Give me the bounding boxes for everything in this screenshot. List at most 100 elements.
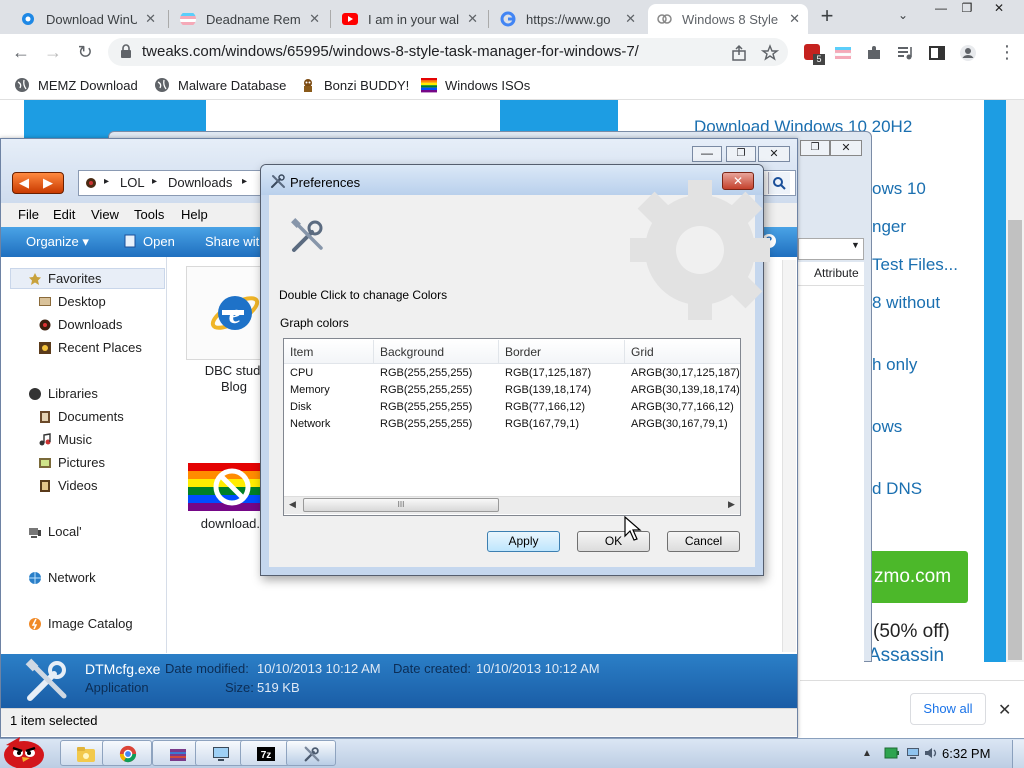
explorer-close-button[interactable]: ✕ [758,146,790,162]
bookmark-star-icon[interactable] [761,44,779,62]
close-window-button[interactable]: ✕ [984,0,1014,18]
tab-download-winu[interactable]: Download WinU ✕ [12,4,164,34]
column-grid[interactable]: Grid [625,340,740,364]
nav-documents[interactable]: Documents [38,409,124,424]
nav-local[interactable]: Local' [28,524,82,539]
tab-deadname[interactable]: Deadname Rem ✕ [172,4,328,34]
explorer-maximize-button[interactable]: ❐ [726,146,756,162]
new-tab-button[interactable]: + [818,5,836,28]
tray-expand-icon[interactable]: ▲ [862,748,872,759]
close-tab-icon[interactable]: ✕ [309,11,320,27]
apply-button[interactable]: Apply [487,531,560,552]
back-icon[interactable]: ◀ [19,175,29,191]
nav-desktop[interactable]: Desktop [38,294,106,309]
media-control-icon[interactable] [896,44,914,62]
bookmark-malware-database[interactable]: Malware Database [154,76,286,94]
close-tab-icon[interactable]: ✕ [467,11,478,27]
menu-kebab-icon[interactable]: ⋮ [998,42,1016,63]
close-download-shelf-icon[interactable]: ✕ [998,700,1011,720]
tab-google[interactable]: https://www.go ✕ [492,4,644,34]
explorer-vertical-scrollbar[interactable] [782,260,796,652]
forward-icon[interactable]: ▶ [43,175,53,191]
scroll-left-arrow-icon[interactable]: ◀ [289,499,296,510]
column-background[interactable]: Background [374,340,499,364]
bg-maximize-button[interactable]: ❐ [800,140,830,156]
tab-youtube[interactable]: I am in your wal ✕ [334,4,486,34]
nav-favorites[interactable]: Favorites [28,271,101,286]
bookmark-memz[interactable]: MEMZ Download [14,76,138,94]
explorer-minimize-button[interactable]: — [692,146,722,162]
maximize-button[interactable]: ❐ [952,0,982,18]
bookmark-bonzi-buddy[interactable]: Bonzi BUDDY! [300,76,409,94]
share-icon[interactable] [730,44,748,62]
nav-videos[interactable]: Videos [38,478,98,493]
show-all-downloads-button[interactable]: Show all [910,693,986,725]
back-arrow-icon[interactable]: ← [10,42,32,64]
tab-windows-8-style[interactable]: Windows 8 Style ✕ [648,4,808,34]
breadcrumb-chevron[interactable]: ▸ [104,176,109,187]
taskbar-7zip[interactable]: 7z [240,740,290,766]
menu-help[interactable]: Help [181,207,208,222]
close-tab-icon[interactable]: ✕ [625,11,636,27]
menu-file[interactable]: File [18,207,39,222]
lock-icon[interactable] [120,44,132,58]
taskbar-chrome[interactable] [102,740,152,766]
close-tab-icon[interactable]: ✕ [145,11,156,27]
share-with-button[interactable]: Share with [205,234,266,249]
scroll-right-arrow-icon[interactable]: ▶ [728,499,735,510]
bookmark-windows-isos[interactable]: Windows ISOs [421,76,530,94]
breadcrumb-lol[interactable]: LOL [120,175,145,190]
nav-image-catalog[interactable]: Image Catalog [28,616,133,631]
link-windows-10[interactable]: ows 10 [872,179,926,199]
network-tray-icon[interactable] [906,746,920,760]
nav-libraries[interactable]: Libraries [28,386,98,401]
sale-text-2[interactable]: Assassin [868,645,944,667]
list-scrollbar-thumb[interactable]: III [303,498,499,512]
attribute-column-header[interactable]: Attribute [814,266,859,280]
link-windows[interactable]: ows [872,417,902,437]
link-manager[interactable]: nger [872,217,906,237]
column-border[interactable]: Border [499,340,625,364]
tab-search-button[interactable]: ⌄ [898,8,908,22]
link-dns[interactable]: d DNS [872,479,922,499]
side-panel-icon[interactable] [928,44,946,62]
breadcrumb-chevron[interactable]: ▸ [152,176,157,187]
chevron-down-icon[interactable]: ▼ [851,240,860,250]
menu-view[interactable]: View [91,207,119,222]
reload-icon[interactable]: ↻ [74,42,96,64]
breadcrumb-chevron[interactable]: ▸ [242,176,247,187]
link-8-without[interactable]: 8 without [872,293,940,313]
breadcrumb-downloads[interactable]: Downloads [168,175,232,190]
nav-downloads[interactable]: Downloads [38,317,122,332]
nav-music[interactable]: Music [38,432,92,447]
bg-close-button[interactable]: ✕ [830,140,862,156]
music-icon [39,432,51,445]
nav-recent-places[interactable]: Recent Places [38,340,142,355]
cancel-button[interactable]: Cancel [667,531,740,552]
show-desktop-button[interactable] [1012,740,1024,768]
volume-icon[interactable] [924,746,938,760]
menu-edit[interactable]: Edit [53,207,75,222]
open-button[interactable]: Open [143,234,175,249]
nav-network[interactable]: Network [28,570,96,585]
menu-tools[interactable]: Tools [134,207,164,222]
taskbar-clock[interactable]: 6:32 PM [942,746,990,761]
battery-icon[interactable] [884,746,900,760]
taskbar-monitor[interactable] [195,740,245,766]
start-orb-angry-bird-icon[interactable] [0,731,48,768]
link-only[interactable]: h only [872,355,917,375]
ad-green-button[interactable]: zmo.com [868,551,968,603]
page-scrollbar-thumb[interactable] [1008,220,1022,660]
nav-pictures[interactable]: Pictures [38,455,105,470]
link-test-files[interactable]: Test Files... [872,255,958,275]
explorer-back-forward[interactable]: ◀ ▶ [12,172,64,194]
extensions-puzzle-icon[interactable] [865,44,883,62]
url-text[interactable]: tweaks.com/windows/65995/windows-8-style… [142,43,639,60]
column-item[interactable]: Item [284,340,374,364]
trans-flag-extension-icon[interactable] [834,44,852,62]
close-tab-icon[interactable]: ✕ [789,11,800,27]
forward-arrow-icon[interactable]: → [42,42,64,64]
organize-button[interactable]: Organize ▾ [26,234,89,250]
profile-avatar-icon[interactable] [959,44,977,62]
taskbar-tools[interactable] [286,740,336,766]
